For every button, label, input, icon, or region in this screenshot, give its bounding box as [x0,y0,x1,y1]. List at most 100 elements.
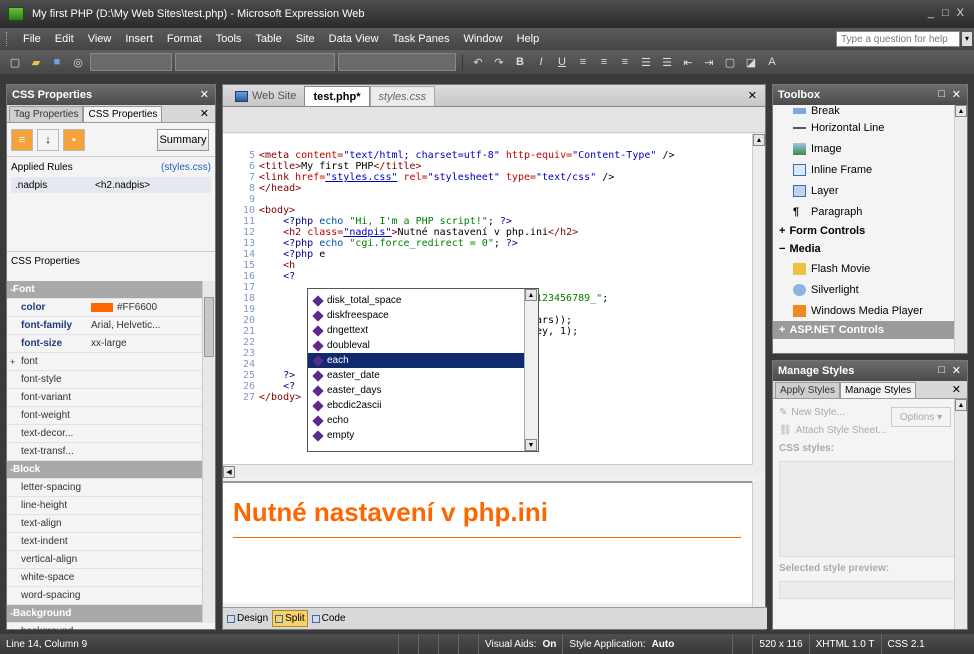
tab-code-view[interactable]: Code [310,611,348,626]
menu-help[interactable]: Help [510,33,547,45]
tab-design-view[interactable]: Design [225,611,270,626]
manage-styles-scrollbar[interactable]: ▲ [954,399,967,629]
outdent-icon[interactable]: ⇤ [679,53,697,71]
toolbox-item-silverlight[interactable]: Silverlight [773,279,967,300]
bullet-list-icon[interactable]: ☰ [658,53,676,71]
property-value[interactable]: #FF6600 [87,302,203,313]
summary-button[interactable]: Summary [157,129,209,151]
sort-alpha-icon[interactable]: ↓ [37,128,59,151]
align-right-icon[interactable]: ≡ [616,53,634,71]
tab-styles-css[interactable]: styles.css [369,86,436,106]
close-toolbox-icon[interactable]: ✕ [952,88,961,101]
italic-icon[interactable]: I [532,53,550,71]
property-value[interactable]: xx-large [87,338,203,349]
restore-panel-icon[interactable]: □ [938,88,945,100]
page-size-indicator[interactable]: 520 x 116 [752,634,808,654]
style-application-toggle[interactable]: Style Application: Auto [562,634,732,654]
toolbox-scroll-up-icon[interactable]: ▲ [955,105,967,117]
indent-icon[interactable]: ⇥ [700,53,718,71]
bold-icon[interactable]: B [511,53,529,71]
menu-data-view[interactable]: Data View [322,33,386,45]
toolbox-item-flash-movie[interactable]: Flash Movie [773,258,967,279]
font-color-icon[interactable]: A [763,53,781,71]
tab-css-properties[interactable]: CSS Properties [83,106,163,122]
close-button[interactable]: X [957,7,964,19]
help-dropdown-icon[interactable]: ▾ [962,32,972,46]
tab-test-php[interactable]: test.php* [304,86,370,106]
menu-table[interactable]: Table [248,33,288,45]
toolbox-item-break[interactable]: Break [773,105,967,117]
intellisense-popup[interactable]: disk_total_space diskfreespace dngettext do… [307,288,539,452]
property-category[interactable]: − Block [7,461,203,479]
highlight-icon[interactable]: ◪ [742,53,760,71]
property-row[interactable]: text-indent [7,533,203,551]
tab-web-site[interactable]: Web Site [227,86,304,106]
maximize-button[interactable]: □ [942,7,949,19]
property-category[interactable]: − Font [7,281,203,299]
intellisense-item[interactable]: empty [308,428,524,443]
scroll-thumb[interactable] [204,297,214,357]
categorized-icon[interactable]: ≡ [11,128,33,151]
align-left-icon[interactable]: ≡ [574,53,592,71]
scroll-left-icon[interactable]: ◀ [223,466,235,478]
intellisense-item[interactable]: ebcdic2ascii [308,398,524,413]
applied-rules-link[interactable]: (styles.css) [161,162,211,173]
menu-insert[interactable]: Insert [118,33,160,45]
tab-split-view[interactable]: Split [272,610,308,627]
redo-icon[interactable]: ↷ [490,53,508,71]
property-row[interactable]: font-family Arial, Helvetic... [7,317,203,335]
save-icon[interactable]: ■ [48,53,66,71]
css-schema-indicator[interactable]: CSS 2.1 [880,634,931,654]
help-search-input[interactable]: Type a question for help [836,31,960,47]
property-row[interactable]: line-height [7,497,203,515]
tab-tag-properties[interactable]: Tag Properties [9,106,84,122]
property-grid-scrollbar[interactable] [202,281,215,623]
toolbox-section-form-controls[interactable]: + Form Controls [773,222,967,240]
manage-styles-scroll-up-icon[interactable]: ▲ [955,399,967,411]
design-vertical-scrollbar[interactable] [752,481,765,607]
size-combo[interactable] [338,53,456,71]
property-row[interactable]: font-style [7,371,203,389]
toolbox-item-image[interactable]: Image [773,138,967,159]
menu-edit[interactable]: Edit [48,33,81,45]
intellisense-scrollbar[interactable]: ▲ ▼ [524,289,538,451]
collapse-icon[interactable]: − [10,285,15,295]
scroll-up-icon[interactable]: ▲ [753,134,765,146]
close-document-icon[interactable]: ✕ [748,89,757,102]
intellisense-item[interactable]: echo [308,413,524,428]
expand-icon[interactable]: + [10,357,15,367]
property-row[interactable]: font-size xx-large [7,335,203,353]
property-value[interactable]: Arial, Helvetic... [87,320,203,331]
code-horizontal-scrollbar[interactable]: ◀ [223,464,753,478]
border-icon[interactable]: ▢ [721,53,739,71]
open-folder-icon[interactable]: ▰ [27,53,45,71]
property-row[interactable]: font-weight [7,407,203,425]
intellisense-item[interactable]: easter_date [308,368,524,383]
options-dropdown[interactable]: Options ▾ [891,407,951,427]
close-panel-icon[interactable]: ✕ [200,88,209,101]
collapse-icon[interactable]: − [10,465,15,475]
tab-manage-styles[interactable]: Manage Styles [840,382,917,398]
menu-file[interactable]: File [16,33,48,45]
property-row[interactable]: vertical-align [7,551,203,569]
numbered-list-icon[interactable]: ☰ [637,53,655,71]
property-row[interactable]: color #FF6600 [7,299,203,317]
close-tab-icon[interactable]: ✕ [200,107,209,120]
toolbox-section-asp-net[interactable]: + ASP.NET Controls [773,321,967,339]
toolbox-item-inline-frame[interactable]: Inline Frame [773,159,967,180]
menu-window[interactable]: Window [456,33,509,45]
intellisense-down-icon[interactable]: ▼ [525,439,537,451]
restore-panel-icon[interactable]: □ [938,364,945,376]
style-combo[interactable] [90,53,172,71]
intellisense-item[interactable]: doubleval [308,338,524,353]
property-category[interactable]: − Background [7,605,203,623]
collapse-icon[interactable]: − [10,609,15,619]
undo-icon[interactable]: ↶ [469,53,487,71]
property-row[interactable]: white-space [7,569,203,587]
doctype-indicator[interactable]: XHTML 1.0 T [808,634,881,654]
property-row[interactable]: + font [7,353,203,371]
toolbox-item-layer[interactable]: Layer [773,180,967,201]
toolbox-section-media[interactable]: − Media [773,240,967,258]
menu-task-panes[interactable]: Task Panes [386,33,457,45]
intellisense-item[interactable]: disk_total_space [308,293,524,308]
